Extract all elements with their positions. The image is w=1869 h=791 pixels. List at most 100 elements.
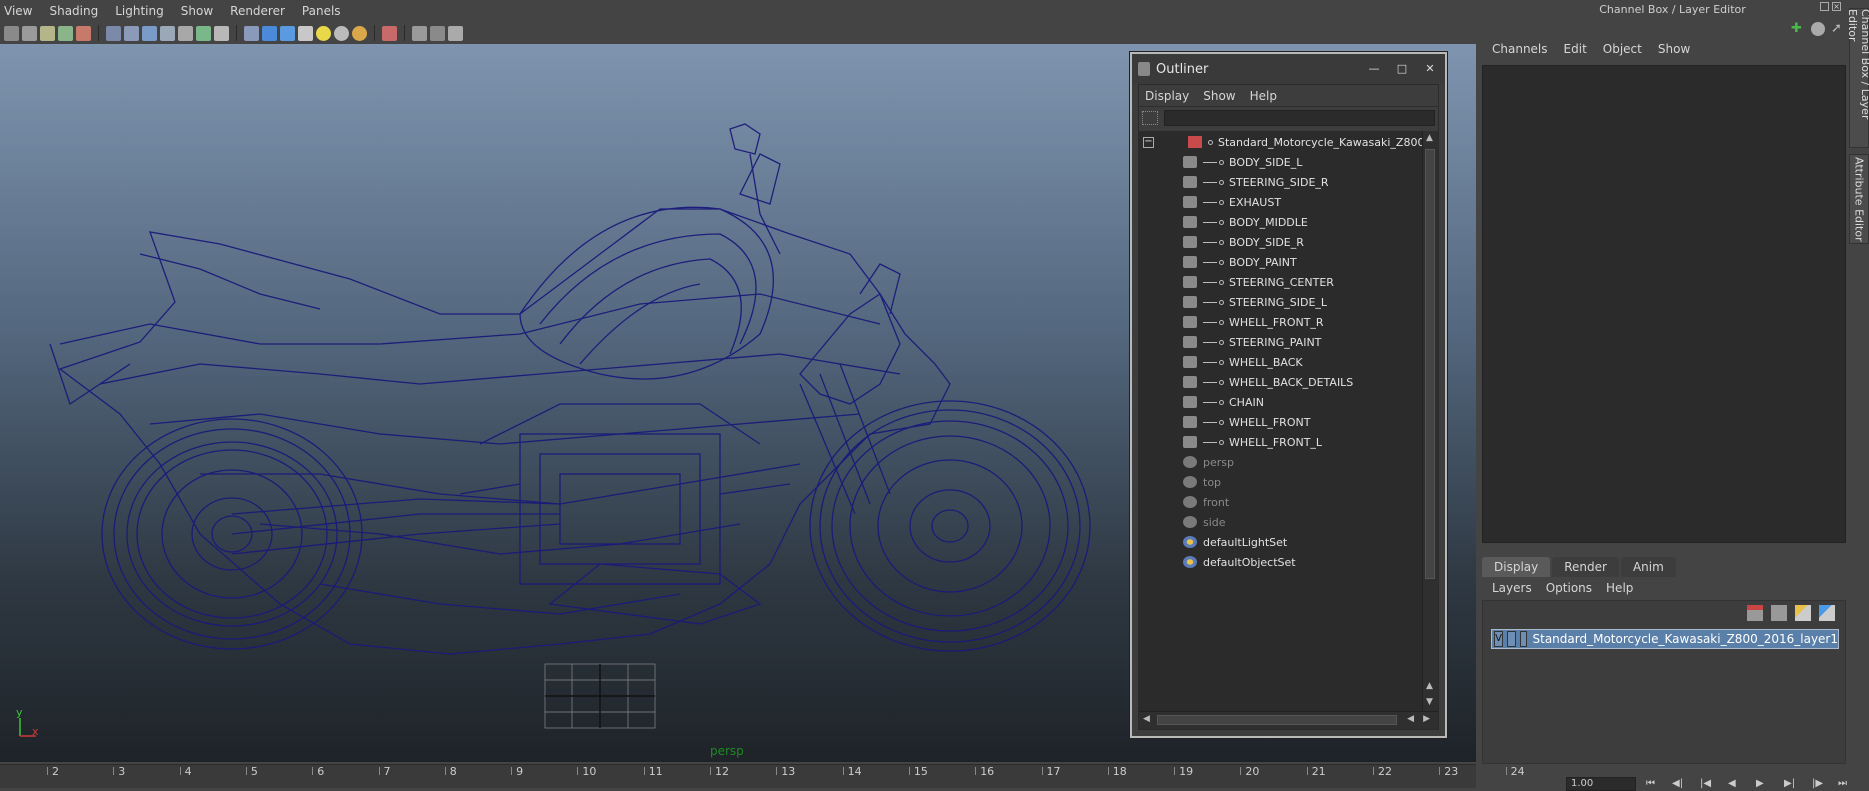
outliner-camera-row[interactable]: side bbox=[1183, 512, 1226, 532]
outliner-tree[interactable]: − Standard_Motorcycle_Kawasaki_Z800 BODY… bbox=[1139, 131, 1424, 711]
sphere-icon[interactable] bbox=[1811, 22, 1825, 36]
tab-channel-box-layer-editor[interactable]: Channel Box / Layer Editor bbox=[1846, 8, 1869, 148]
channel-box-area[interactable] bbox=[1482, 65, 1846, 543]
pick-icon[interactable]: ➚ bbox=[1831, 22, 1845, 36]
isolate-select-icon[interactable] bbox=[382, 25, 397, 41]
outliner-title-bar[interactable]: Outliner — □ ✕ bbox=[1132, 54, 1445, 84]
use-all-lights-icon[interactable] bbox=[316, 25, 331, 41]
tab-display[interactable]: Display bbox=[1482, 557, 1551, 577]
menu-lighting[interactable]: Lighting bbox=[115, 4, 164, 18]
xray-components-icon[interactable] bbox=[448, 25, 463, 41]
outliner-filter-input[interactable] bbox=[1164, 110, 1435, 126]
xray-joints-icon[interactable] bbox=[430, 25, 445, 41]
collapse-toggle-icon[interactable]: − bbox=[1143, 136, 1154, 148]
outliner-camera-row[interactable]: top bbox=[1183, 472, 1221, 492]
outliner-child-row[interactable]: BODY_SIDE_R bbox=[1183, 232, 1304, 252]
channel-menu-show[interactable]: Show bbox=[1658, 42, 1690, 56]
close-button[interactable]: ✕ bbox=[1419, 61, 1441, 77]
tab-attribute-editor[interactable]: Attribute Editor bbox=[1849, 154, 1869, 244]
maximize-button[interactable]: □ bbox=[1391, 61, 1413, 77]
outliner-menu-help[interactable]: Help bbox=[1250, 89, 1277, 103]
new-layer-from-selected-icon[interactable] bbox=[1819, 605, 1835, 621]
camera-select-icon[interactable] bbox=[4, 25, 19, 41]
tab-render[interactable]: Render bbox=[1552, 557, 1619, 577]
outliner-child-row[interactable]: WHELL_FRONT_L bbox=[1183, 432, 1322, 452]
outliner-menu-display[interactable]: Display bbox=[1145, 89, 1189, 103]
field-chart-icon[interactable] bbox=[178, 25, 193, 41]
play-forwards-icon[interactable]: ▶ bbox=[1756, 778, 1774, 790]
channel-menu-channels[interactable]: Channels bbox=[1492, 42, 1548, 56]
layer-menu-layers[interactable]: Layers bbox=[1492, 581, 1532, 595]
outliner-root-row[interactable]: − Standard_Motorcycle_Kawasaki_Z800 bbox=[1143, 132, 1424, 152]
channel-menu-object[interactable]: Object bbox=[1603, 42, 1642, 56]
menu-panels[interactable]: Panels bbox=[302, 4, 341, 18]
outliner-child-row[interactable]: BODY_SIDE_L bbox=[1183, 152, 1302, 172]
xray-icon[interactable] bbox=[412, 25, 427, 41]
scroll-thumb[interactable] bbox=[1157, 715, 1397, 725]
outliner-child-row[interactable]: STEERING_PAINT bbox=[1183, 332, 1321, 352]
menu-view[interactable]: View bbox=[4, 4, 32, 18]
outliner-child-row[interactable]: STEERING_SIDE_L bbox=[1183, 292, 1327, 312]
gate-mask-icon[interactable] bbox=[160, 25, 175, 41]
move-layer-up-icon[interactable] bbox=[1747, 605, 1763, 621]
outliner-child-row[interactable]: EXHAUST bbox=[1183, 192, 1281, 212]
outliner-menu-show[interactable]: Show bbox=[1203, 89, 1235, 103]
menu-shading[interactable]: Shading bbox=[49, 4, 98, 18]
outliner-window[interactable]: Outliner — □ ✕ Display Show Help − Stand… bbox=[1130, 52, 1447, 738]
move-layer-down-icon[interactable] bbox=[1771, 605, 1787, 621]
outliner-child-row[interactable]: STEERING_SIDE_R bbox=[1183, 172, 1329, 192]
go-to-start-icon[interactable]: ⏮ bbox=[1646, 778, 1664, 790]
step-forward-key-icon[interactable]: |▶ bbox=[1812, 778, 1830, 790]
outliner-child-row[interactable]: BODY_PAINT bbox=[1183, 252, 1297, 272]
safe-title-icon[interactable] bbox=[214, 25, 229, 41]
manipulator-icon[interactable]: ✚ bbox=[1791, 22, 1805, 36]
grid-icon[interactable] bbox=[106, 25, 121, 41]
scroll-left-arrow-icon[interactable]: ◀ bbox=[1407, 714, 1414, 724]
outliner-child-row[interactable]: WHELL_BACK_DETAILS bbox=[1183, 372, 1353, 392]
go-to-end-icon[interactable]: ⏭ bbox=[1838, 778, 1856, 790]
menu-renderer[interactable]: Renderer bbox=[230, 4, 285, 18]
wireframe-icon[interactable] bbox=[244, 25, 259, 41]
outliner-set-row[interactable]: defaultLightSet bbox=[1183, 532, 1287, 552]
outliner-child-row[interactable]: STEERING_CENTER bbox=[1183, 272, 1334, 292]
time-slider[interactable]: 2 3 4 5 6 7 8 9 10 11 12 13 14 15 16 17 18 19 20 21 22 23 24 bbox=[0, 764, 1525, 788]
new-layer-icon[interactable] bbox=[1795, 605, 1811, 621]
scroll-down-arrow-icon[interactable]: ▼ bbox=[1426, 697, 1433, 707]
shadows-icon[interactable] bbox=[334, 25, 349, 41]
outliner-horizontal-scrollbar[interactable]: ◀ ◀ ▶ bbox=[1139, 711, 1438, 729]
menu-show[interactable]: Show bbox=[181, 4, 213, 18]
layer-row[interactable]: V Standard_Motorcycle_Kawasaki_Z800_2016… bbox=[1491, 629, 1839, 649]
outliner-camera-row[interactable]: persp bbox=[1183, 452, 1234, 472]
layer-type-toggle[interactable] bbox=[1507, 631, 1517, 647]
minimize-button[interactable]: — bbox=[1363, 61, 1385, 77]
channel-menu-edit[interactable]: Edit bbox=[1564, 42, 1587, 56]
scroll-up-arrow-icon[interactable]: ▲ bbox=[1426, 133, 1433, 143]
scroll-up-arrow-icon[interactable]: ▲ bbox=[1426, 681, 1433, 691]
outliner-child-row[interactable]: BODY_MIDDLE bbox=[1183, 212, 1308, 232]
outliner-vertical-scrollbar[interactable]: ▲ ▲ ▼ bbox=[1422, 131, 1438, 711]
outliner-child-row[interactable]: WHELL_FRONT_R bbox=[1183, 312, 1324, 332]
outliner-child-row[interactable]: WHELL_BACK bbox=[1183, 352, 1303, 372]
tab-anim[interactable]: Anim bbox=[1620, 557, 1676, 577]
play-backwards-icon[interactable]: ◀ bbox=[1728, 778, 1746, 790]
layer-editor-area[interactable]: V Standard_Motorcycle_Kawasaki_Z800_2016… bbox=[1482, 600, 1846, 764]
step-back-key-icon[interactable]: ◀| bbox=[1672, 778, 1690, 790]
wireframe-on-shaded-icon[interactable] bbox=[280, 25, 295, 41]
safe-action-icon[interactable] bbox=[196, 25, 211, 41]
layer-menu-help[interactable]: Help bbox=[1606, 581, 1633, 595]
scroll-thumb[interactable] bbox=[1425, 149, 1435, 579]
resolution-gate-icon[interactable] bbox=[142, 25, 157, 41]
image-plane-icon[interactable] bbox=[58, 25, 73, 41]
layer-color-swatch[interactable] bbox=[1520, 631, 1527, 647]
film-gate-icon[interactable] bbox=[124, 25, 139, 41]
bookmark-icon[interactable] bbox=[40, 25, 55, 41]
float-panel-icon[interactable] bbox=[1820, 2, 1829, 11]
outliner-set-row[interactable]: defaultObjectSet bbox=[1183, 552, 1296, 572]
close-panel-icon[interactable]: × bbox=[1832, 2, 1841, 11]
high-quality-icon[interactable] bbox=[352, 25, 367, 41]
scroll-right-arrow-icon[interactable]: ▶ bbox=[1423, 714, 1430, 724]
outliner-child-row[interactable]: WHELL_FRONT bbox=[1183, 412, 1310, 432]
layer-visibility-toggle[interactable]: V bbox=[1494, 631, 1504, 647]
2d-pan-zoom-icon[interactable] bbox=[76, 25, 91, 41]
scroll-left-arrow-icon[interactable]: ◀ bbox=[1143, 714, 1150, 724]
